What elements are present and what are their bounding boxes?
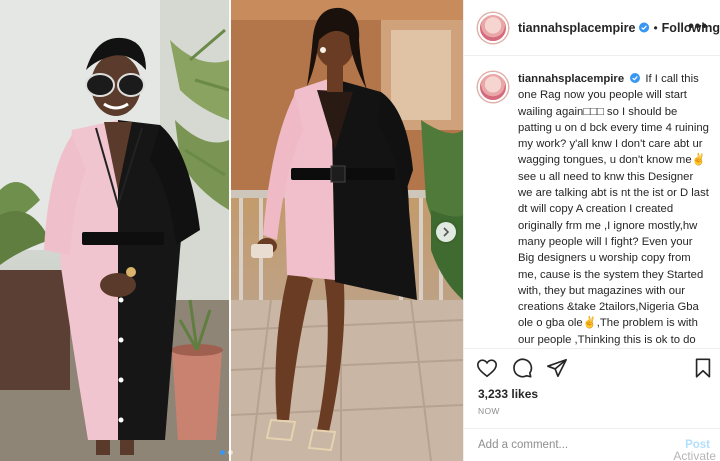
action-icons	[476, 357, 714, 381]
caption-username[interactable]: tiannahsplacempire	[518, 73, 624, 85]
caption-avatar[interactable]	[478, 72, 508, 102]
likes-count[interactable]: 3,233 likes	[478, 387, 538, 401]
post-media[interactable]	[0, 0, 463, 461]
header-username[interactable]: tiannahsplacempire	[518, 21, 635, 35]
photo-woman-pink-black-asymmetric-dress	[231, 0, 463, 461]
photo-woman-pink-black-blazer-dress	[0, 0, 229, 461]
avatar[interactable]	[478, 12, 508, 43]
verified-badge-icon	[630, 73, 641, 83]
carousel-next-button[interactable]	[436, 222, 456, 242]
post-header: tiannahsplacempire • Following •••	[464, 0, 720, 56]
comment-input[interactable]	[478, 439, 658, 451]
comment-icon[interactable]	[511, 357, 533, 379]
heart-icon[interactable]	[476, 357, 498, 379]
post-details-panel: tiannahsplacempire • Following ••• tiann…	[463, 0, 720, 461]
header-separator: •	[653, 20, 658, 35]
chevron-right-icon	[443, 227, 450, 237]
carousel-dot	[228, 450, 233, 455]
carousel-indicator	[220, 450, 233, 455]
post-timestamp[interactable]: NOW	[478, 406, 500, 416]
more-options-icon[interactable]: •••	[688, 18, 708, 36]
carousel-dot-active	[220, 450, 225, 455]
post-actions: 3,233 likes NOW	[464, 348, 720, 428]
bookmark-icon[interactable]	[692, 357, 714, 379]
caption: tiannahsplacempire If I call this one Ra…	[518, 71, 710, 347]
share-icon[interactable]	[546, 357, 568, 379]
caption-text: If I call this one Rag now you people wi…	[518, 73, 709, 346]
caption-section: tiannahsplacempire If I call this one Ra…	[464, 57, 720, 347]
verified-badge-icon	[639, 22, 650, 33]
activate-windows-watermark: Activate	[673, 449, 716, 461]
